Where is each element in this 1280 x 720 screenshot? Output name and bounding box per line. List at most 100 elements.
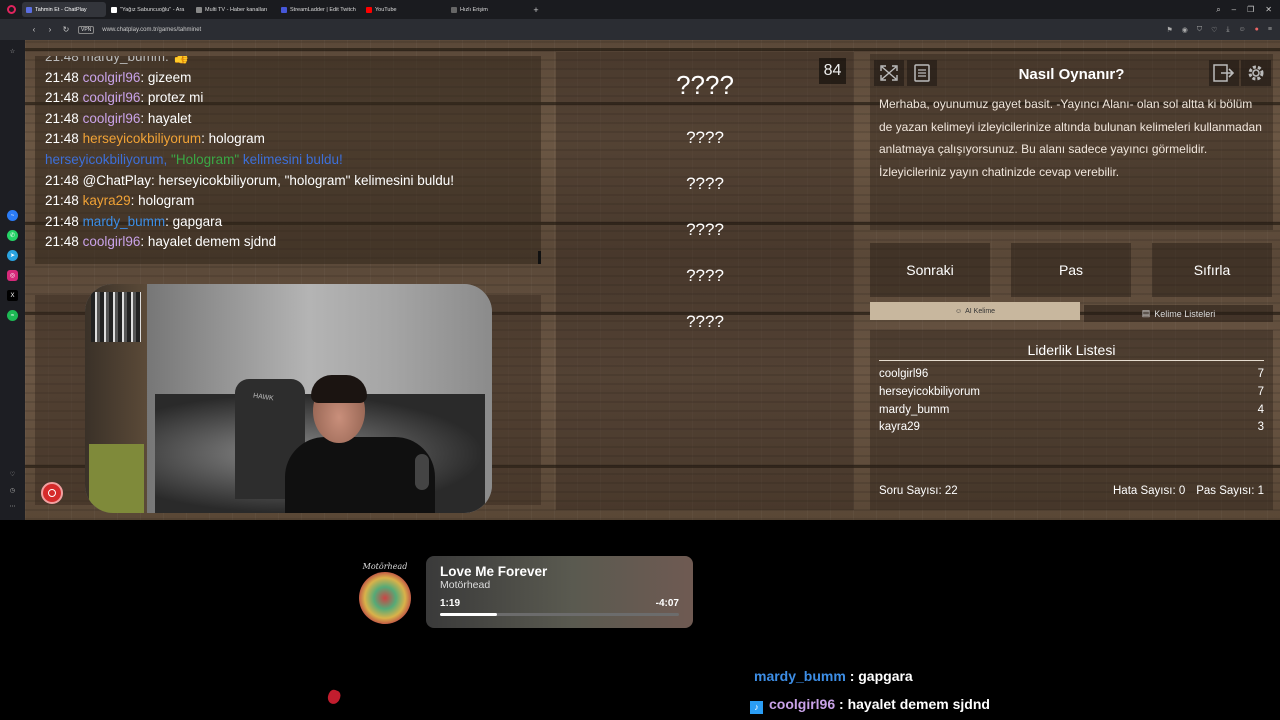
chat-nick: coolgirl96 <box>82 234 141 250</box>
address-bar-actions: ⚑ ◉ ⛉ ♡ ⤓ ☺ ● ≡ <box>1166 26 1280 34</box>
chat-line: 21:48 @ChatPlay: herseyicokbiliyorum, "h… <box>45 171 541 192</box>
star-icon[interactable]: ☆ <box>7 46 18 57</box>
user-icon[interactable]: ☺ <box>1239 26 1246 34</box>
words-panel: 84 ???? ???? ???? ???? ???? ???? <box>556 52 854 510</box>
forbidden-word: ???? <box>686 174 724 193</box>
webcam-box <box>89 444 144 513</box>
forbidden-word: ???? <box>686 266 724 285</box>
tab-chatplay[interactable]: Tahmin Et - ChatPlay <box>22 2 106 17</box>
more-icon[interactable]: ⋯ <box>7 501 18 512</box>
search-tabs-icon[interactable]: ⌕ <box>1216 5 1220 15</box>
chat-panel[interactable]: 21:48 mardy_bumm: 👍 21:48 coolgirl96: gi… <box>35 56 541 264</box>
webcam-books <box>91 292 141 342</box>
chat-message: : gapgara <box>165 213 223 229</box>
overlay-chat-message: : gapgara <box>845 668 913 684</box>
reset-button[interactable]: Sıfırla <box>1152 243 1272 297</box>
record-button[interactable] <box>41 482 63 504</box>
webcam-feed: HAWK <box>85 284 492 513</box>
how-to-play-text: Merhaba, oyunumuz gayet basit. -Yayıncı … <box>879 97 1262 179</box>
album-art-band: Motörhead <box>362 562 408 571</box>
minimize-icon[interactable]: – <box>1232 5 1236 15</box>
question-count: Soru Sayısı: 22 <box>879 485 958 497</box>
settings-button[interactable] <box>1241 60 1271 86</box>
overlay-chat-message: : hayalet demem sjdnd <box>835 696 990 712</box>
leaderboard-score: 7 <box>1257 368 1264 380</box>
reload-icon[interactable]: ↻ <box>62 25 70 34</box>
tab-ai-word[interactable]: ☺ AI Kelime <box>870 302 1080 320</box>
bookmark-icon[interactable]: ⚑ <box>1166 26 1172 34</box>
download-icon[interactable]: ⤓ <box>1226 26 1229 34</box>
messenger-icon[interactable]: ~ <box>7 210 18 221</box>
forward-icon[interactable]: › <box>46 25 54 34</box>
tab-favicon-icon <box>281 6 287 13</box>
chat-time: 21:48 <box>45 193 79 209</box>
tab-multitv[interactable]: Multi TV - Haber kanalları <box>192 2 276 17</box>
chat-time: 21:48 <box>45 234 79 250</box>
heart-icon[interactable]: ♡ <box>1211 26 1217 34</box>
telegram-icon[interactable]: ➤ <box>7 250 18 261</box>
tab-word-lists-label: Kelime Listeleri <box>1154 308 1216 319</box>
overlay-chat-nick: mardy_bumm <box>754 668 846 684</box>
tab-search[interactable]: "Yağız Sabuncuoğlu" - Ara <box>107 2 191 17</box>
found-rest: kelimesini buldu! <box>239 151 343 167</box>
history-icon[interactable]: ◷ <box>7 485 18 496</box>
tab-streamladder[interactable]: StreamLadder | Edit Twitch <box>277 2 361 17</box>
album-art: Motörhead <box>357 562 413 626</box>
leaderboard-title: Liderlik Listesi <box>1027 342 1116 358</box>
next-button[interactable]: Sonraki <box>870 243 990 297</box>
extension-icon[interactable]: ● <box>1255 26 1259 34</box>
how-to-play-panel: Nasıl Oynanır? Merhaba, oyunumuz gayet b… <box>870 54 1273 230</box>
chat-nick: @ChatPlay <box>82 172 152 188</box>
back-icon[interactable]: ‹ <box>30 25 38 34</box>
tab-word-lists[interactable]: ▤ Kelime Listeleri <box>1084 305 1273 322</box>
chatplay-game: 21:48 mardy_bumm: 👍 21:48 coolgirl96: gi… <box>25 40 1280 520</box>
spotify-icon[interactable]: ≈ <box>7 310 18 321</box>
whatsapp-icon[interactable]: ✆ <box>7 230 18 241</box>
leaderboard-row: herseyicokbiliyorum 7 <box>879 386 1264 404</box>
heart-icon[interactable]: ♡ <box>7 469 18 480</box>
microphone <box>415 454 429 490</box>
chat-line: 21:48 mardy_bumm: gapgara <box>45 212 541 233</box>
tab-favicon-icon <box>26 6 32 13</box>
remaining-time: -4:07 <box>655 598 679 609</box>
pass-button[interactable]: Pas <box>1011 243 1131 297</box>
leaderboard-divider <box>879 360 1264 361</box>
leaderboard-score: 7 <box>1257 386 1264 398</box>
chat-time: 21:48 <box>45 213 79 229</box>
chat-line: 21:48 coolgirl96: protez mi <box>45 88 541 109</box>
prime-badge-icon: ♪ <box>750 701 763 714</box>
instagram-icon[interactable]: ◎ <box>7 270 18 281</box>
url-field[interactable]: www.chatplay.com.tr/games/tahminet <box>102 27 201 33</box>
tab-title: StreamLadder | Edit Twitch <box>290 6 356 13</box>
chat-message: : protez mi <box>140 90 204 106</box>
menu-icon[interactable]: ≡ <box>1268 26 1272 34</box>
new-tab-button[interactable]: + <box>530 5 542 15</box>
browser-logo-icon[interactable] <box>0 0 22 19</box>
browser-tab-bar: Tahmin Et - ChatPlay "Yağız Sabuncuoğlu"… <box>0 0 1280 19</box>
maximize-icon[interactable]: ❐ <box>1247 5 1254 15</box>
leaderboard-row: mardy_bumm 4 <box>879 404 1264 422</box>
now-playing-card: Love Me Forever Motörhead 1:19 -4:07 <box>426 556 693 628</box>
tab-ai-word-label: AI Kelime <box>965 307 996 315</box>
vpn-badge[interactable]: VPN <box>78 25 95 34</box>
forbidden-word: ???? <box>686 128 724 147</box>
tab-youtube[interactable]: YouTube <box>362 2 446 17</box>
chat-line: 21:48 kayra29: hologram <box>45 191 541 212</box>
close-icon[interactable]: ✕ <box>1265 5 1272 15</box>
leaderboard-name: herseyicokbiliyorum <box>879 386 980 398</box>
shield-icon[interactable]: ⛉ <box>1197 26 1202 34</box>
elapsed-time: 1:19 <box>440 598 461 609</box>
chat-scrollbar[interactable] <box>538 251 541 264</box>
exit-button[interactable] <box>1209 60 1239 86</box>
x-twitter-icon[interactable]: X <box>7 290 18 301</box>
tab-quick-access[interactable]: Hızlı Erişim <box>447 2 527 17</box>
forbidden-word: ???? <box>686 312 724 331</box>
address-bar: ‹ › ↻ VPN www.chatplay.com.tr/games/tahm… <box>0 19 1280 40</box>
exit-icon <box>1213 64 1235 82</box>
found-notice: herseyicokbiliyorum, "Hologram" kelimesi… <box>45 150 541 171</box>
camera-icon[interactable]: ◉ <box>1182 26 1188 34</box>
tab-title: "Yağız Sabuncuoğlu" - Ara <box>120 6 185 13</box>
forbidden-word: ???? <box>686 220 724 239</box>
youtube-favicon-icon <box>366 6 372 13</box>
browser-sidebar: ⌂ ☆ ~ ✆ ➤ ◎ X ≈ ♡ ◷ ⋯ <box>0 0 25 520</box>
